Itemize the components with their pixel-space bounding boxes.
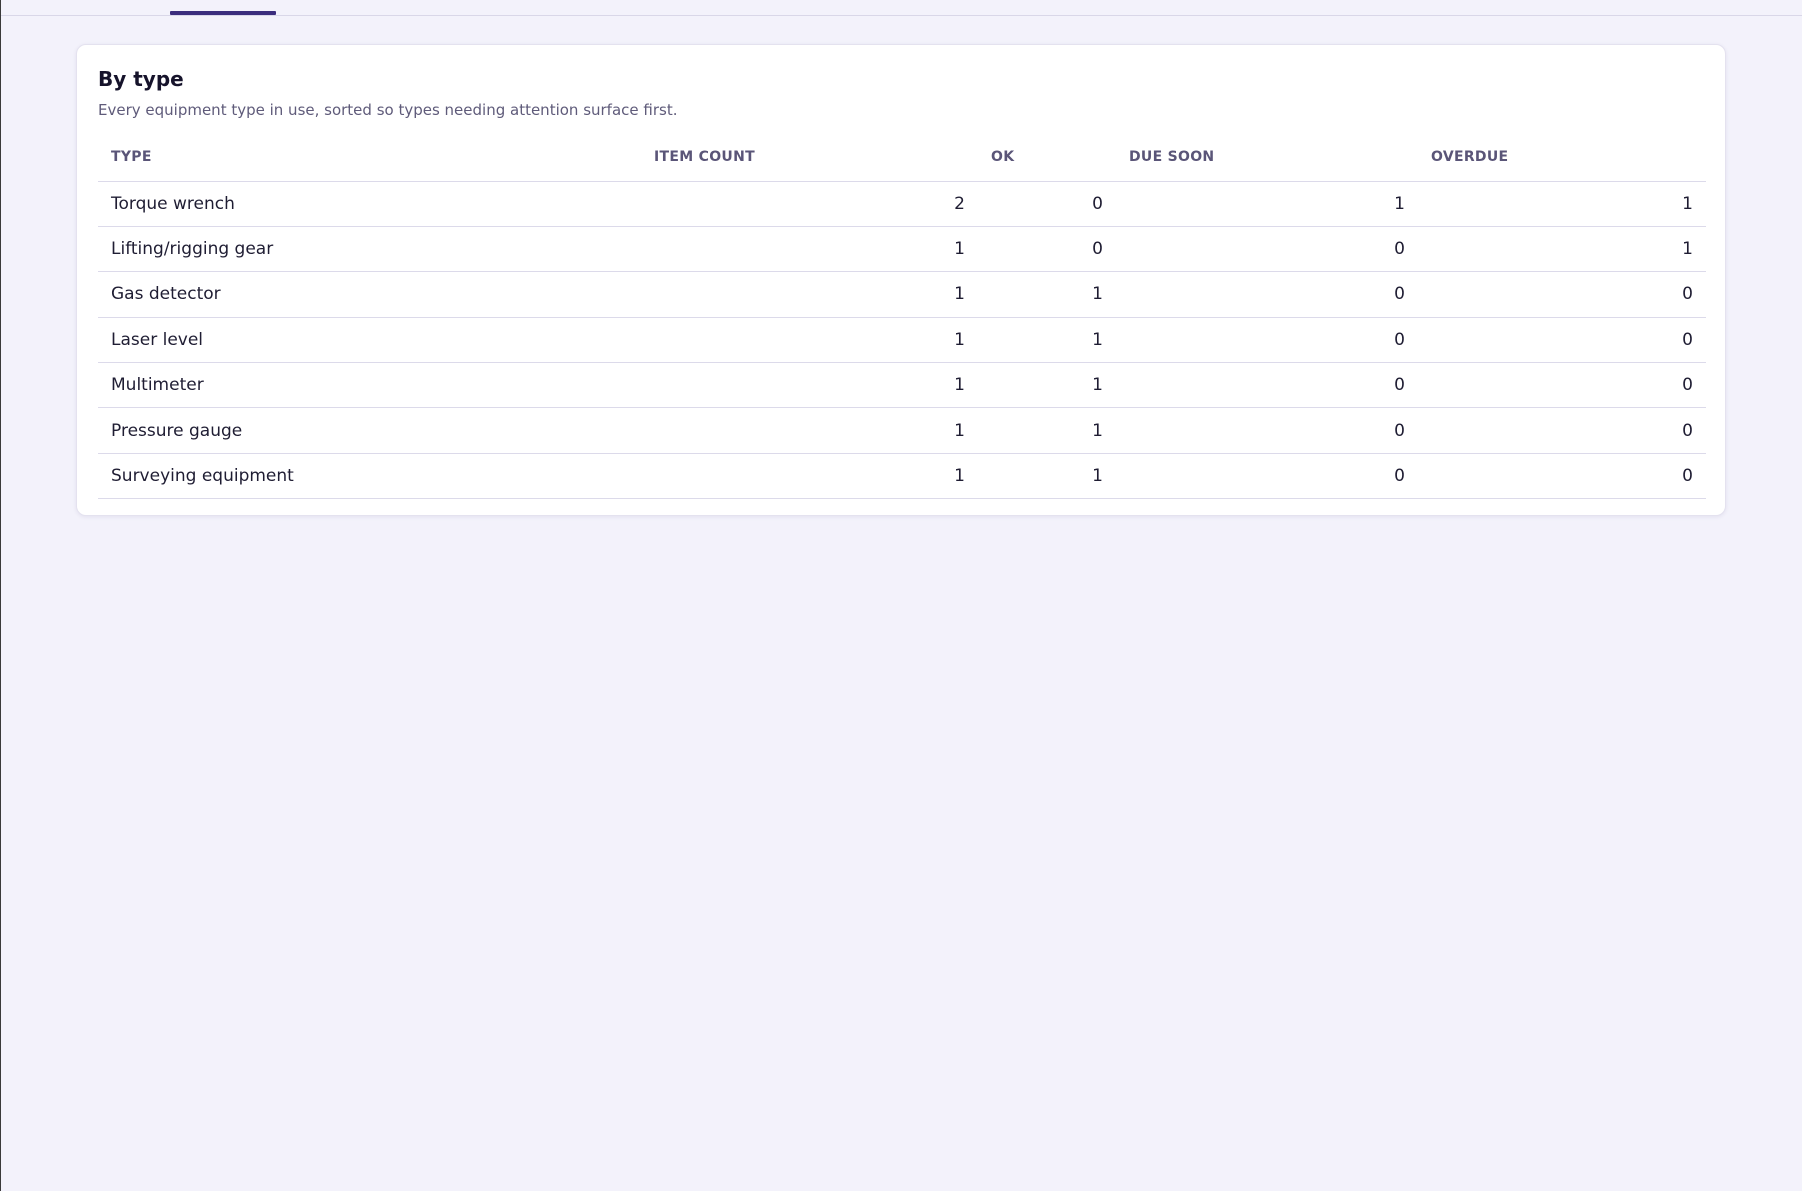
cell-ok: 1 <box>978 407 1116 454</box>
card-title: By type <box>98 67 184 91</box>
top-tab-bar <box>1 0 1802 16</box>
cell-type: Torque wrench <box>98 181 641 227</box>
active-tab-indicator <box>170 11 276 15</box>
column-header-type[interactable]: TYPE <box>98 133 641 182</box>
table-row: Laser level 1 1 0 0 <box>98 317 1706 364</box>
cell-type: Surveying equipment <box>98 453 641 500</box>
table-row: Surveying equipment 1 1 0 0 <box>98 453 1706 500</box>
column-header-overdue[interactable]: OVERDUE <box>1418 133 1706 182</box>
table-row: Multimeter 1 1 0 0 <box>98 362 1706 409</box>
cell-item-count: 1 <box>641 362 978 409</box>
cell-ok: 1 <box>978 317 1116 364</box>
by-type-table: TYPE ITEM COUNT OK DUE SOON OVERDUE Torq… <box>98 133 1706 500</box>
by-type-card: By type Every equipment type in use, sor… <box>76 44 1726 516</box>
cell-ok: 0 <box>978 226 1116 273</box>
cell-overdue: 1 <box>1418 181 1706 227</box>
column-header-ok[interactable]: OK <box>978 133 1116 182</box>
table-row: Lifting/rigging gear 1 0 0 1 <box>98 226 1706 273</box>
cell-type: Multimeter <box>98 362 641 409</box>
cell-item-count: 1 <box>641 453 978 500</box>
cell-due-soon: 0 <box>1116 271 1418 318</box>
cell-ok: 1 <box>978 362 1116 409</box>
cell-due-soon: 0 <box>1116 407 1418 454</box>
cell-due-soon: 1 <box>1116 181 1418 227</box>
cell-due-soon: 0 <box>1116 226 1418 273</box>
cell-item-count: 1 <box>641 226 978 273</box>
cell-overdue: 0 <box>1418 453 1706 500</box>
window-left-edge <box>0 0 1 1191</box>
cell-item-count: 1 <box>641 317 978 364</box>
table-row: Torque wrench 2 0 1 1 <box>98 181 1706 227</box>
cell-overdue: 0 <box>1418 407 1706 454</box>
cell-type: Gas detector <box>98 271 641 318</box>
column-header-item-count[interactable]: ITEM COUNT <box>641 133 978 182</box>
cell-type: Lifting/rigging gear <box>98 226 641 273</box>
cell-overdue: 1 <box>1418 226 1706 273</box>
cell-due-soon: 0 <box>1116 362 1418 409</box>
cell-due-soon: 0 <box>1116 317 1418 364</box>
cell-ok: 0 <box>978 181 1116 227</box>
table-row: Gas detector 1 1 0 0 <box>98 271 1706 318</box>
table-header-row: TYPE ITEM COUNT OK DUE SOON OVERDUE <box>98 133 1706 182</box>
cell-overdue: 0 <box>1418 317 1706 364</box>
table-row: Pressure gauge 1 1 0 0 <box>98 407 1706 454</box>
cell-item-count: 1 <box>641 407 978 454</box>
cell-type: Laser level <box>98 317 641 364</box>
cell-ok: 1 <box>978 271 1116 318</box>
cell-ok: 1 <box>978 453 1116 500</box>
cell-overdue: 0 <box>1418 271 1706 318</box>
cell-overdue: 0 <box>1418 362 1706 409</box>
card-subtitle: Every equipment type in use, sorted so t… <box>98 101 678 119</box>
cell-item-count: 2 <box>641 181 978 227</box>
column-header-due-soon[interactable]: DUE SOON <box>1116 133 1418 182</box>
cell-type: Pressure gauge <box>98 407 641 454</box>
cell-due-soon: 0 <box>1116 453 1418 500</box>
cell-item-count: 1 <box>641 271 978 318</box>
